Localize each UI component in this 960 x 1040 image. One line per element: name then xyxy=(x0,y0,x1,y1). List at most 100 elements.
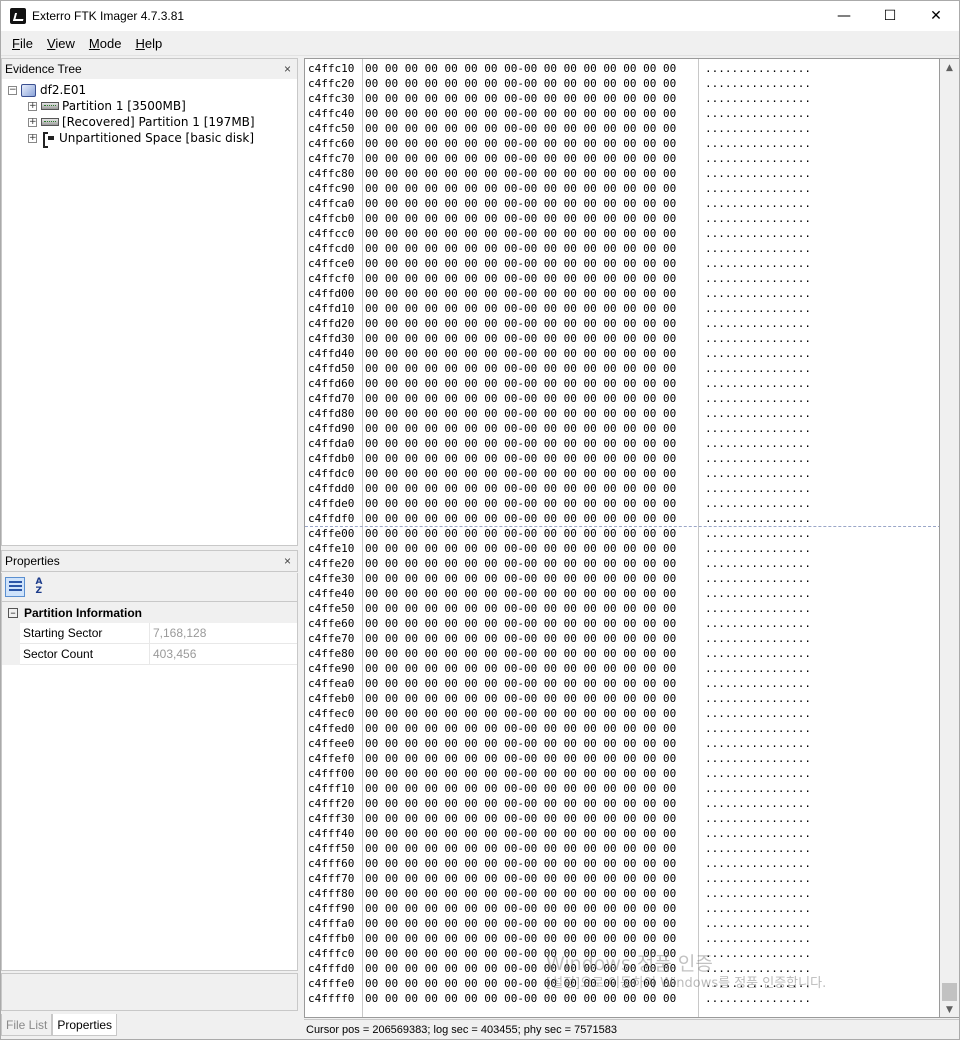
hex-bytes[interactable]: 00 00 00 00 00 00 00 00-00 00 00 00 00 0… xyxy=(365,211,676,226)
hex-ascii[interactable]: ................ xyxy=(705,706,811,721)
hex-bytes[interactable]: 00 00 00 00 00 00 00 00-00 00 00 00 00 0… xyxy=(365,421,676,436)
hex-bytes[interactable]: 00 00 00 00 00 00 00 00-00 00 00 00 00 0… xyxy=(365,571,676,586)
hex-ascii[interactable]: ................ xyxy=(705,856,811,871)
alphabetical-sort-button[interactable]: AZ xyxy=(29,577,49,597)
hex-bytes[interactable]: 00 00 00 00 00 00 00 00-00 00 00 00 00 0… xyxy=(365,76,676,91)
hex-ascii[interactable]: ................ xyxy=(705,826,811,841)
hex-ascii[interactable]: ................ xyxy=(705,586,811,601)
hex-ascii[interactable]: ................ xyxy=(705,226,811,241)
hex-bytes[interactable]: 00 00 00 00 00 00 00 00-00 00 00 00 00 0… xyxy=(365,601,676,616)
hex-bytes[interactable]: 00 00 00 00 00 00 00 00-00 00 00 00 00 0… xyxy=(365,826,676,841)
hex-bytes[interactable]: 00 00 00 00 00 00 00 00-00 00 00 00 00 0… xyxy=(365,436,676,451)
menu-file[interactable]: File xyxy=(5,36,40,51)
collapse-icon[interactable]: − xyxy=(8,85,17,95)
hex-ascii[interactable]: ................ xyxy=(705,76,811,91)
hex-bytes[interactable]: 00 00 00 00 00 00 00 00-00 00 00 00 00 0… xyxy=(365,466,676,481)
tree-item-root[interactable]: − df2.E01 xyxy=(8,82,86,98)
hex-bytes[interactable]: 00 00 00 00 00 00 00 00-00 00 00 00 00 0… xyxy=(365,316,676,331)
hex-ascii[interactable]: ................ xyxy=(705,421,811,436)
hex-ascii[interactable]: ................ xyxy=(705,601,811,616)
collapse-icon[interactable]: − xyxy=(8,607,18,618)
hex-bytes[interactable]: 00 00 00 00 00 00 00 00-00 00 00 00 00 0… xyxy=(365,331,676,346)
hex-ascii[interactable]: ................ xyxy=(705,106,811,121)
hex-ascii[interactable]: ................ xyxy=(705,121,811,136)
expand-icon[interactable]: + xyxy=(28,133,37,143)
hex-ascii[interactable]: ................ xyxy=(705,871,811,886)
hex-ascii[interactable]: ................ xyxy=(705,931,811,946)
hex-ascii[interactable]: ................ xyxy=(705,646,811,661)
hex-ascii[interactable]: ................ xyxy=(705,676,811,691)
hex-ascii[interactable]: ................ xyxy=(705,61,811,76)
hex-viewer[interactable]: c4ffc10 00 00 00 00 00 00 00 00-00 00 00 … xyxy=(304,58,940,1018)
hex-ascii[interactable]: ................ xyxy=(705,916,811,931)
hex-bytes[interactable]: 00 00 00 00 00 00 00 00-00 00 00 00 00 0… xyxy=(365,751,676,766)
hex-bytes[interactable]: 00 00 00 00 00 00 00 00-00 00 00 00 00 0… xyxy=(365,196,676,211)
hex-ascii[interactable]: ................ xyxy=(705,406,811,421)
hex-ascii[interactable]: ................ xyxy=(705,781,811,796)
tree-item-unpartitioned-space[interactable]: + Unpartitioned Space [basic disk] xyxy=(28,130,254,148)
hex-ascii[interactable]: ................ xyxy=(705,796,811,811)
hex-bytes[interactable]: 00 00 00 00 00 00 00 00-00 00 00 00 00 0… xyxy=(365,676,676,691)
hex-bytes[interactable]: 00 00 00 00 00 00 00 00-00 00 00 00 00 0… xyxy=(365,136,676,151)
hex-ascii[interactable]: ................ xyxy=(705,346,811,361)
categorized-view-button[interactable] xyxy=(5,577,25,597)
hex-ascii[interactable]: ................ xyxy=(705,721,811,736)
hex-bytes[interactable]: 00 00 00 00 00 00 00 00-00 00 00 00 00 0… xyxy=(365,856,676,871)
hex-bytes[interactable]: 00 00 00 00 00 00 00 00-00 00 00 00 00 0… xyxy=(365,931,676,946)
hex-ascii[interactable]: ................ xyxy=(705,991,811,1006)
hex-bytes[interactable]: 00 00 00 00 00 00 00 00-00 00 00 00 00 0… xyxy=(365,841,676,856)
hex-ascii[interactable]: ................ xyxy=(705,691,811,706)
menu-view[interactable]: View xyxy=(40,36,82,51)
menu-mode[interactable]: Mode xyxy=(82,36,129,51)
properties-close-icon[interactable]: × xyxy=(284,554,291,568)
hex-bytes[interactable]: 00 00 00 00 00 00 00 00-00 00 00 00 00 0… xyxy=(365,106,676,121)
hex-ascii[interactable]: ................ xyxy=(705,286,811,301)
scroll-down-icon[interactable]: ▼ xyxy=(940,1001,959,1018)
hex-bytes[interactable]: 00 00 00 00 00 00 00 00-00 00 00 00 00 0… xyxy=(365,991,676,1006)
hex-ascii[interactable]: ................ xyxy=(705,886,811,901)
hex-bytes[interactable]: 00 00 00 00 00 00 00 00-00 00 00 00 00 0… xyxy=(365,241,676,256)
hex-ascii[interactable]: ................ xyxy=(705,661,811,676)
hex-bytes[interactable]: 00 00 00 00 00 00 00 00-00 00 00 00 00 0… xyxy=(365,451,676,466)
hex-ascii[interactable]: ................ xyxy=(705,526,811,541)
hex-ascii[interactable]: ................ xyxy=(705,181,811,196)
hex-bytes[interactable]: 00 00 00 00 00 00 00 00-00 00 00 00 00 0… xyxy=(365,766,676,781)
property-row[interactable]: Sector Count 403,456 xyxy=(2,644,297,665)
expand-icon[interactable]: + xyxy=(28,101,37,111)
partition-information-category[interactable]: − Partition Information xyxy=(2,602,297,623)
hex-bytes[interactable]: 00 00 00 00 00 00 00 00-00 00 00 00 00 0… xyxy=(365,361,676,376)
hex-bytes[interactable]: 00 00 00 00 00 00 00 00-00 00 00 00 00 0… xyxy=(365,61,676,76)
hex-ascii[interactable]: ................ xyxy=(705,151,811,166)
hex-ascii[interactable]: ................ xyxy=(705,241,811,256)
hex-bytes[interactable]: 00 00 00 00 00 00 00 00-00 00 00 00 00 0… xyxy=(365,706,676,721)
hex-bytes[interactable]: 00 00 00 00 00 00 00 00-00 00 00 00 00 0… xyxy=(365,256,676,271)
vertical-scrollbar[interactable]: ▲ ▼ xyxy=(940,58,959,1018)
hex-bytes[interactable]: 00 00 00 00 00 00 00 00-00 00 00 00 00 0… xyxy=(365,691,676,706)
hex-ascii[interactable]: ................ xyxy=(705,541,811,556)
hex-ascii[interactable]: ................ xyxy=(705,481,811,496)
hex-bytes[interactable]: 00 00 00 00 00 00 00 00-00 00 00 00 00 0… xyxy=(365,406,676,421)
expand-icon[interactable]: + xyxy=(28,117,37,127)
tab-properties[interactable]: Properties xyxy=(52,1014,118,1036)
hex-ascii[interactable]: ................ xyxy=(705,451,811,466)
evidence-tree-close-icon[interactable]: × xyxy=(284,62,291,76)
hex-ascii[interactable]: ................ xyxy=(705,811,811,826)
hex-bytes[interactable]: 00 00 00 00 00 00 00 00-00 00 00 00 00 0… xyxy=(365,661,676,676)
hex-ascii[interactable]: ................ xyxy=(705,496,811,511)
hex-bytes[interactable]: 00 00 00 00 00 00 00 00-00 00 00 00 00 0… xyxy=(365,271,676,286)
hex-bytes[interactable]: 00 00 00 00 00 00 00 00-00 00 00 00 00 0… xyxy=(365,811,676,826)
tree-item-recovered-partition[interactable]: + [Recovered] Partition 1 [197MB] xyxy=(28,114,255,130)
tree-item-partition-1[interactable]: + Partition 1 [3500MB] xyxy=(28,98,186,114)
scroll-thumb[interactable] xyxy=(942,983,957,1001)
hex-bytes[interactable]: 00 00 00 00 00 00 00 00-00 00 00 00 00 0… xyxy=(365,886,676,901)
hex-bytes[interactable]: 00 00 00 00 00 00 00 00-00 00 00 00 00 0… xyxy=(365,871,676,886)
maximize-button[interactable]: ☐ xyxy=(867,1,913,31)
hex-ascii[interactable]: ................ xyxy=(705,946,811,961)
hex-bytes[interactable]: 00 00 00 00 00 00 00 00-00 00 00 00 00 0… xyxy=(365,796,676,811)
tab-file-list[interactable]: File List xyxy=(1,1014,53,1036)
hex-bytes[interactable]: 00 00 00 00 00 00 00 00-00 00 00 00 00 0… xyxy=(365,391,676,406)
hex-bytes[interactable]: 00 00 00 00 00 00 00 00-00 00 00 00 00 0… xyxy=(365,166,676,181)
hex-ascii[interactable]: ................ xyxy=(705,766,811,781)
hex-bytes[interactable]: 00 00 00 00 00 00 00 00-00 00 00 00 00 0… xyxy=(365,541,676,556)
property-row[interactable]: Starting Sector 7,168,128 xyxy=(2,623,297,644)
